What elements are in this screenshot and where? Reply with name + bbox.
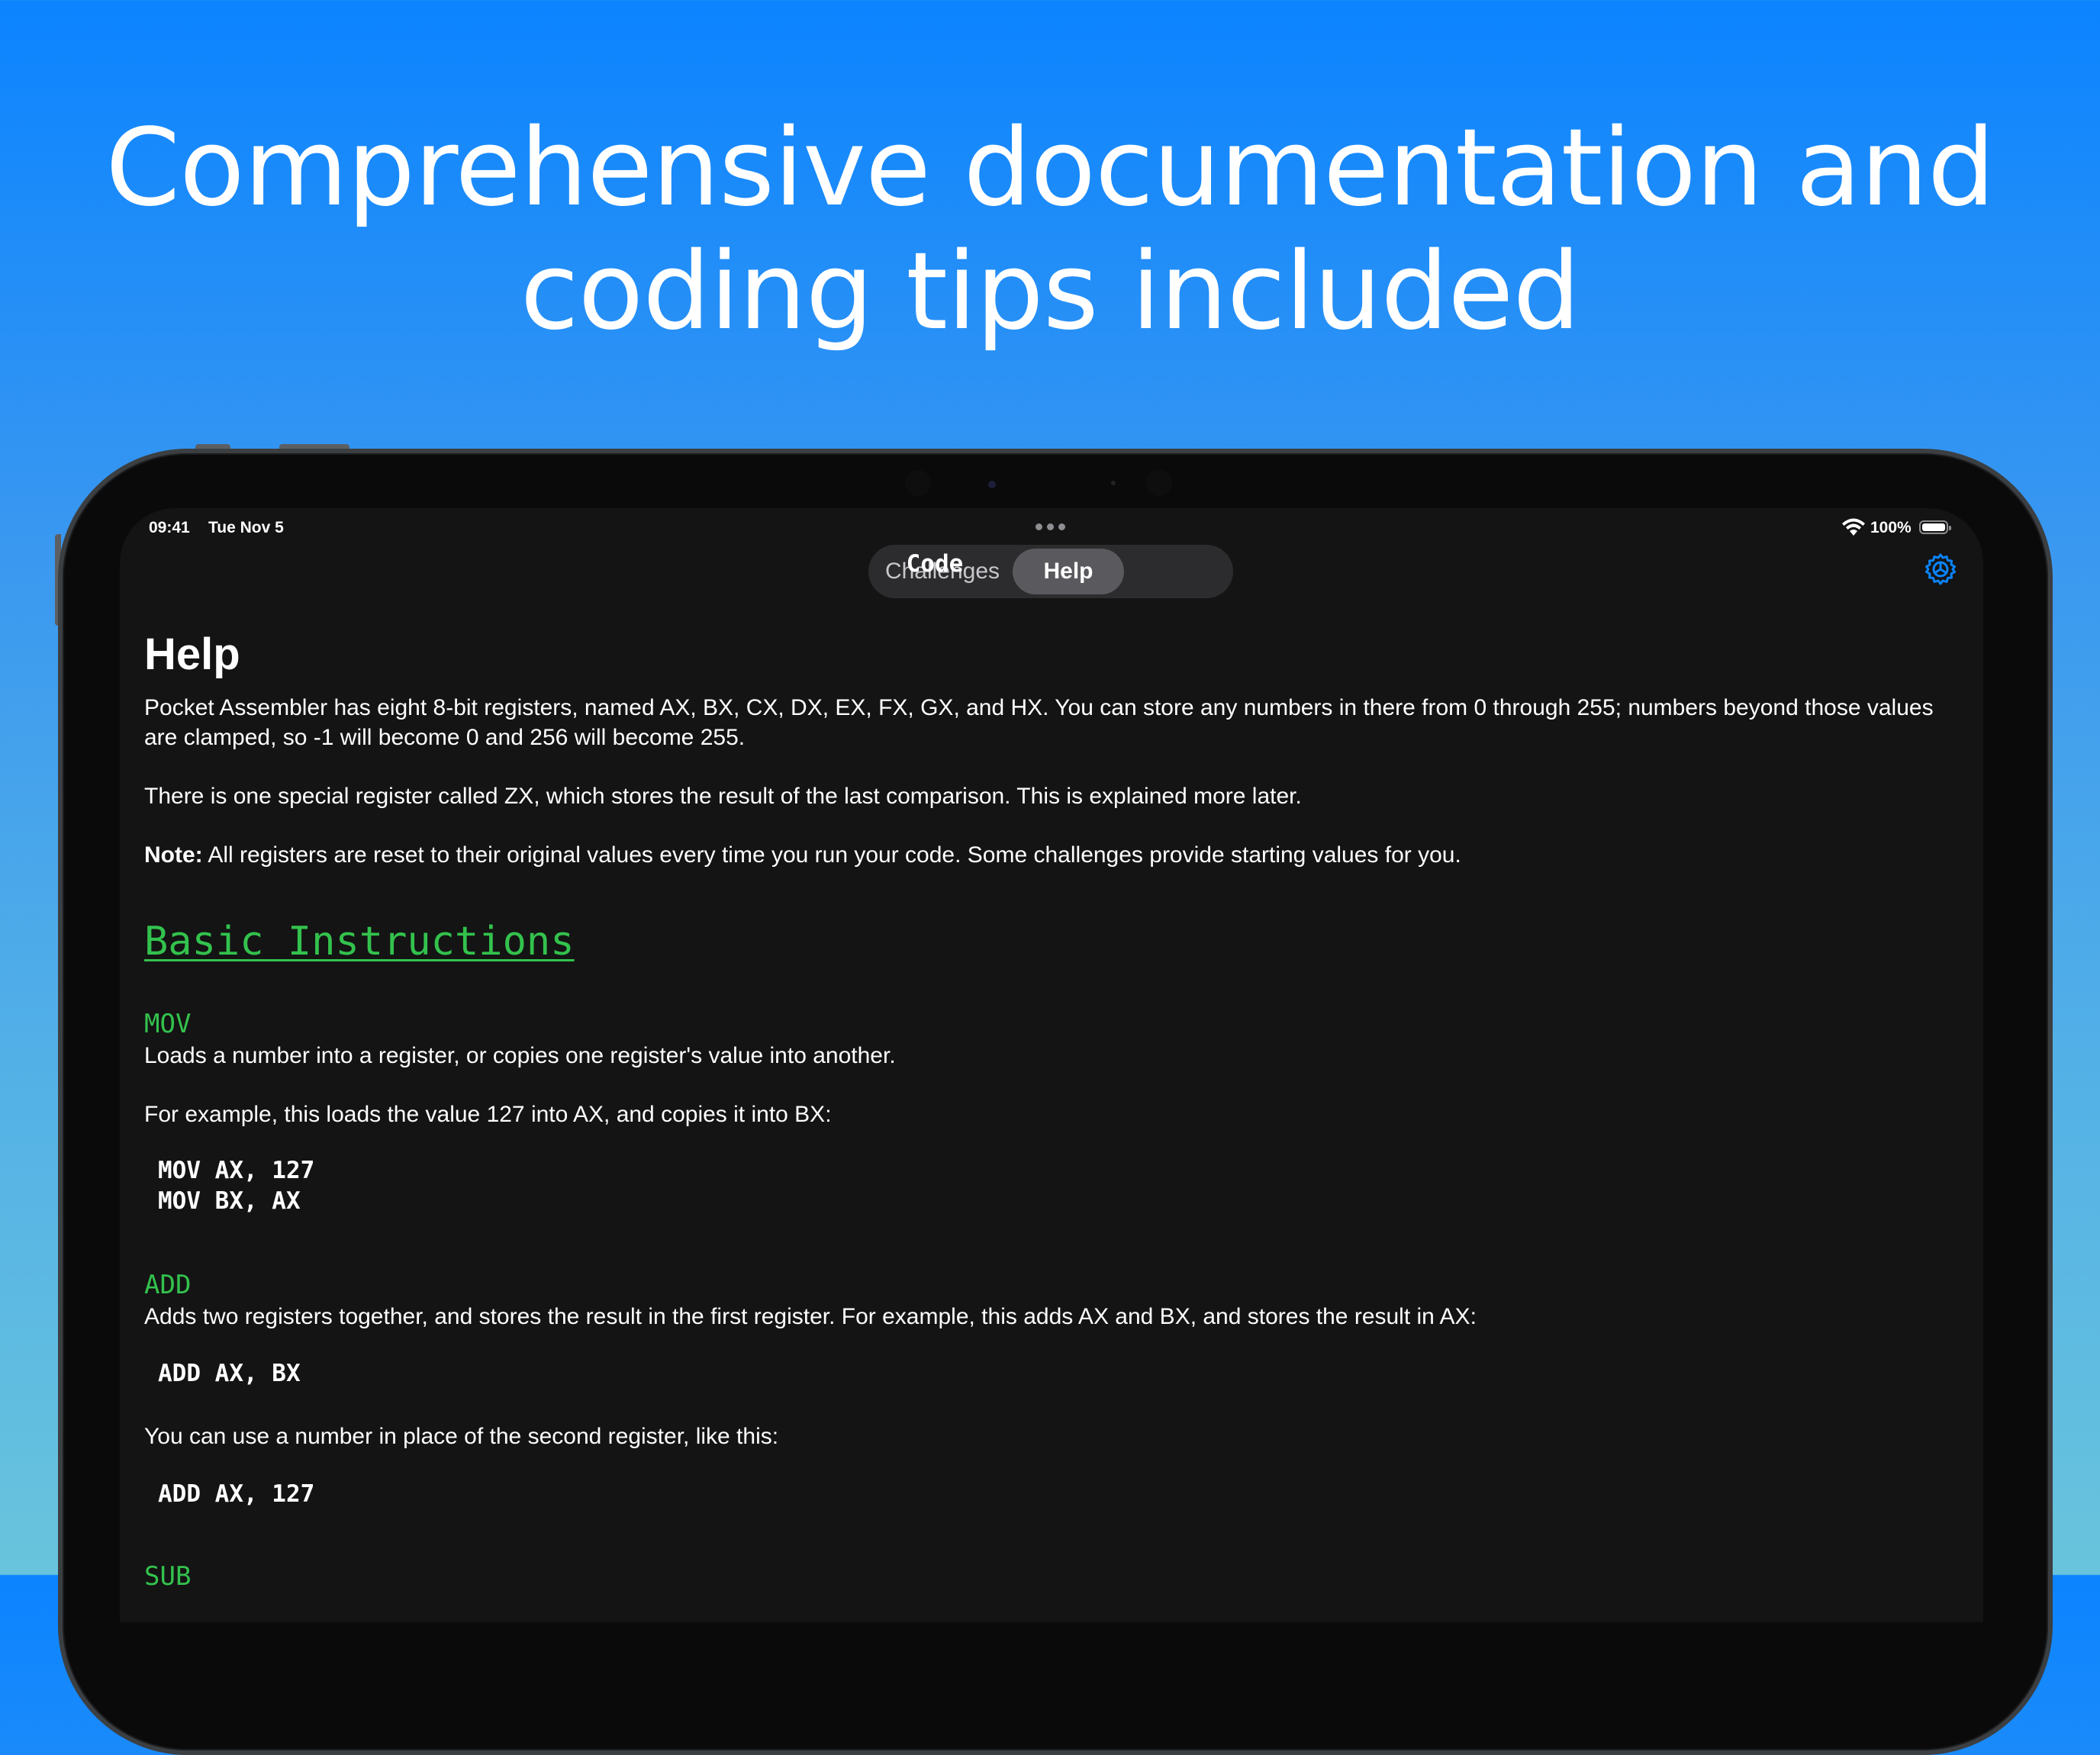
multitasking-dots-icon[interactable] — [1036, 523, 1065, 530]
battery-percentage: 100% — [1870, 519, 1912, 536]
status-date: Tue Nov 5 — [208, 519, 284, 536]
add-description: Adds two registers together, and stores … — [144, 1304, 1477, 1329]
headline-line-2: coding tips included — [520, 230, 1581, 354]
add-number-intro: You can use a number in place of the sec… — [144, 1424, 779, 1449]
ambient-sensor — [1111, 481, 1116, 485]
app-screen: 09:41 Tue Nov 5 100% Code Challenges Hel… — [120, 508, 1983, 1622]
tab-bar: Code Challenges Help — [868, 545, 1233, 598]
intro-paragraph-1: Pocket Assembler has eight 8-bit registe… — [144, 693, 1960, 752]
settings-gear-icon[interactable] — [1924, 552, 1957, 586]
mov-example-intro: For example, this loads the value 127 in… — [144, 1102, 832, 1127]
page-title: Help — [144, 630, 240, 679]
intro-line-1: Pocket Assembler has eight 8-bit registe… — [144, 695, 1934, 720]
battery-icon — [1919, 520, 1951, 534]
note-paragraph: Note: All registers are reset to their o… — [144, 840, 1960, 870]
tab-help[interactable]: Help — [1013, 549, 1124, 594]
status-time: 09:41 — [149, 519, 190, 536]
tab-code[interactable]: Code — [882, 549, 987, 594]
add-code-line-1: ADD AX, BX — [158, 1360, 301, 1387]
section-basic-instructions[interactable]: Basic Instructions — [144, 919, 575, 964]
front-sensor-right — [1146, 470, 1172, 496]
headline: Comprehensive documentation and coding t… — [0, 107, 2100, 354]
mov-code-line-1: MOV AX, 127 — [158, 1157, 315, 1184]
mov-code-line-2: MOV BX, AX — [158, 1187, 301, 1215]
front-camera — [988, 481, 996, 488]
headline-line-1: Comprehensive documentation and — [105, 106, 1995, 230]
front-sensor-left — [905, 470, 931, 496]
note-label: Note: — [144, 842, 203, 868]
note-text: All registers are reset to their origina… — [202, 842, 1461, 868]
instruction-mov-title: MOV — [144, 1009, 192, 1039]
intro-line-2: are clamped, so -1 will become 0 and 256… — [144, 725, 746, 750]
intro-paragraph-2: There is one special register called ZX,… — [144, 784, 1302, 809]
add-code-line-2: ADD AX, 127 — [158, 1480, 315, 1508]
instruction-sub-title: SUB — [144, 1561, 192, 1592]
wifi-icon — [1842, 518, 1865, 536]
mov-description: Loads a number into a register, or copie… — [144, 1043, 896, 1068]
instruction-add-title: ADD — [144, 1270, 192, 1300]
